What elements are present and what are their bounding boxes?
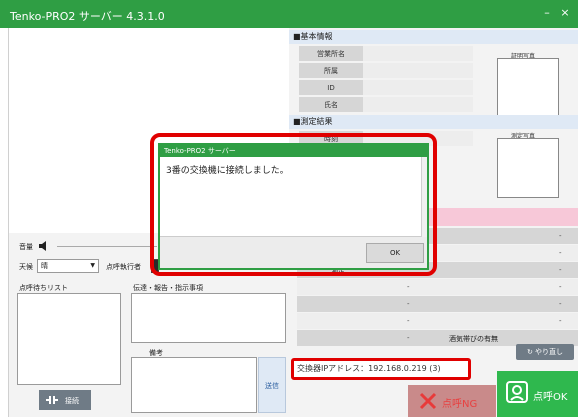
send-button[interactable]: 送信	[258, 357, 286, 413]
chevron-down-icon: ▼	[90, 262, 95, 269]
alcohol-label: 酒気帯びの有無	[449, 335, 498, 343]
result-row: - -	[297, 279, 578, 295]
office-name-label: 営業所名	[299, 46, 363, 62]
office-name-value	[363, 46, 473, 62]
waiting-list-label: 点呼待ちリスト	[19, 284, 68, 292]
result-cell: -	[559, 283, 562, 291]
connect-button[interactable]: 接続	[39, 390, 91, 410]
ng-label: 点呼NG	[442, 399, 478, 410]
result-cell: -	[407, 334, 410, 342]
result-cell: -	[559, 249, 562, 257]
remarks-input[interactable]	[131, 357, 257, 413]
volume-label: 音量	[19, 243, 33, 251]
dialog-message: 3番の交換機に接続しました。	[160, 157, 421, 237]
result-row: - -	[297, 296, 578, 312]
exchanger-ip-status: 交換器IPアドレス：192.168.0.219 (3)	[291, 358, 471, 380]
plug-icon	[46, 396, 58, 404]
volume-slider[interactable]	[57, 246, 157, 247]
connect-label: 接続	[65, 397, 79, 405]
redo-label: やり直し	[535, 348, 564, 356]
redo-icon: ↻	[526, 348, 536, 356]
dialog-ok-button[interactable]: OK	[366, 243, 424, 263]
basic-info-heading: ■基本情報	[289, 30, 578, 44]
dialog-scrollbar[interactable]	[421, 157, 427, 237]
waiting-list[interactable]	[17, 293, 121, 385]
name-label: 氏名	[299, 97, 363, 113]
instructions-label: 伝達・報告・指示事項	[133, 284, 203, 292]
weather-value: 晴	[41, 262, 48, 270]
inspector-label: 点呼執行者	[106, 263, 141, 271]
title-bar: Tenko-PRO2 サーバー 4.3.1.0 – ×	[0, 0, 578, 28]
department-value	[363, 63, 473, 79]
minimize-button[interactable]: –	[540, 6, 554, 20]
result-cell: -	[559, 266, 562, 274]
result-cell: -	[407, 317, 410, 325]
id-photo	[497, 58, 559, 118]
dialog-title: Tenko-PRO2 サーバー	[160, 145, 427, 157]
id-label: ID	[299, 80, 363, 96]
window-title: Tenko-PRO2 サーバー 4.3.1.0	[10, 10, 165, 23]
result-cell: -	[407, 283, 410, 291]
ok-label: 点呼OK	[533, 392, 568, 403]
tenko-ok-button[interactable]: 点呼OK	[497, 371, 578, 417]
close-button[interactable]: ×	[558, 6, 572, 20]
result-cell: -	[559, 300, 562, 308]
result-cell: -	[559, 317, 562, 325]
redo-button[interactable]: ↻ やり直し	[516, 344, 574, 360]
ok-face-icon	[506, 381, 528, 403]
result-cell: -	[559, 232, 562, 240]
department-label: 所属	[299, 63, 363, 79]
id-value	[363, 80, 473, 96]
speaker-icon	[39, 241, 46, 251]
ng-icon	[419, 392, 437, 410]
dialog-footer: OK	[160, 237, 427, 268]
connection-dialog: Tenko-PRO2 サーバー 3番の交換機に接続しました。 OK	[158, 143, 429, 270]
result-cell: -	[407, 300, 410, 308]
tenko-ng-button[interactable]: 点呼NG	[408, 385, 496, 417]
measurement-photo	[497, 138, 559, 198]
weather-select[interactable]: 晴 ▼	[37, 259, 99, 273]
instructions-input[interactable]	[131, 293, 286, 343]
measurement-heading: ■測定結果	[289, 115, 578, 129]
result-row: - -	[297, 313, 578, 329]
weather-label: 天候	[19, 263, 33, 271]
name-value	[363, 97, 473, 113]
